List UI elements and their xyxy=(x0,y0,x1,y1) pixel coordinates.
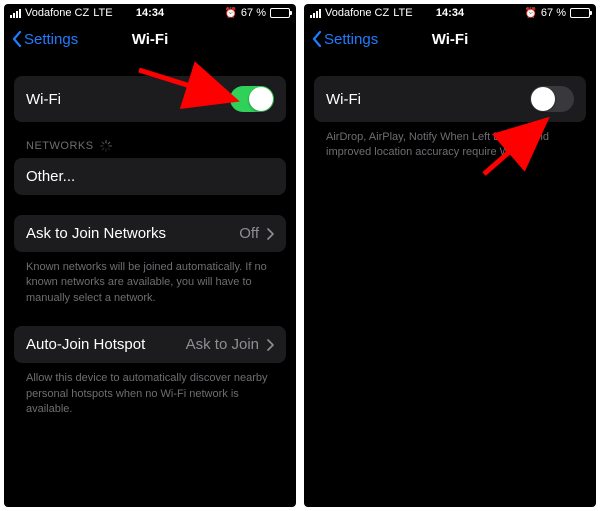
networks-section-header: NETWORKS xyxy=(14,122,286,158)
back-label: Settings xyxy=(324,31,378,48)
networks-header-text: NETWORKS xyxy=(26,140,94,152)
alarm-icon: ⏰ xyxy=(524,8,536,19)
status-time: 14:34 xyxy=(136,7,164,19)
spinner-icon xyxy=(100,140,112,152)
screen-body-left: Wi-Fi NETWORKS Other... xyxy=(4,76,296,417)
chevron-right-icon xyxy=(267,339,274,351)
battery-icon xyxy=(570,8,590,18)
status-bar: Vodafone CZ LTE 14:34 ⏰ 67 % xyxy=(304,4,596,22)
back-button[interactable]: Settings xyxy=(312,31,378,48)
wifi-toggle-row[interactable]: Wi-Fi xyxy=(314,76,586,122)
toggle-knob xyxy=(249,87,273,111)
page-title: Wi-Fi xyxy=(132,31,169,48)
auto-join-hotspot-label: Auto-Join Hotspot xyxy=(26,336,145,353)
wifi-toggle-on[interactable] xyxy=(230,86,274,112)
ask-to-join-footer: Known networks will be joined automatica… xyxy=(14,252,286,306)
chevron-left-icon xyxy=(312,31,322,47)
carrier-label: Vodafone CZ xyxy=(325,7,389,19)
auto-join-hotspot-value: Ask to Join xyxy=(186,336,259,353)
nav-header: Settings Wi-Fi xyxy=(304,22,596,56)
auto-join-hotspot-footer: Allow this device to automatically disco… xyxy=(14,363,286,417)
carrier-label: Vodafone CZ xyxy=(25,7,89,19)
wifi-toggle-row[interactable]: Wi-Fi xyxy=(14,76,286,122)
signal-bars-icon xyxy=(10,9,21,18)
ask-to-join-row[interactable]: Ask to Join Networks Off xyxy=(14,215,286,252)
back-button[interactable]: Settings xyxy=(12,31,78,48)
chevron-left-icon xyxy=(12,31,22,47)
network-type-label: LTE xyxy=(93,7,112,19)
auto-join-hotspot-row[interactable]: Auto-Join Hotspot Ask to Join xyxy=(14,326,286,363)
wifi-label: Wi-Fi xyxy=(326,91,361,108)
page-title: Wi-Fi xyxy=(432,31,469,48)
wifi-label: Wi-Fi xyxy=(26,91,61,108)
back-label: Settings xyxy=(24,31,78,48)
ask-to-join-value: Off xyxy=(239,225,259,242)
wifi-off-footer: AirDrop, AirPlay, Notify When Left Behin… xyxy=(314,122,586,161)
status-bar: Vodafone CZ LTE 14:34 ⏰ 67 % xyxy=(4,4,296,22)
nav-header: Settings Wi-Fi xyxy=(4,22,296,56)
phone-right: Vodafone CZ LTE 14:34 ⏰ 67 % Settings Wi… xyxy=(304,4,596,507)
alarm-icon: ⏰ xyxy=(224,8,236,19)
wifi-toggle-off[interactable] xyxy=(530,86,574,112)
other-network-row[interactable]: Other... xyxy=(14,158,286,195)
network-type-label: LTE xyxy=(393,7,412,19)
other-network-label: Other... xyxy=(26,168,75,185)
signal-bars-icon xyxy=(310,9,321,18)
toggle-knob xyxy=(531,87,555,111)
battery-icon xyxy=(270,8,290,18)
ask-to-join-label: Ask to Join Networks xyxy=(26,225,166,242)
status-time: 14:34 xyxy=(436,7,464,19)
battery-pct-label: 67 % xyxy=(241,7,266,19)
battery-pct-label: 67 % xyxy=(541,7,566,19)
chevron-right-icon xyxy=(267,228,274,240)
screen-body-right: Wi-Fi AirDrop, AirPlay, Notify When Left… xyxy=(304,76,596,161)
phone-left: Vodafone CZ LTE 14:34 ⏰ 67 % Settings Wi… xyxy=(4,4,296,507)
